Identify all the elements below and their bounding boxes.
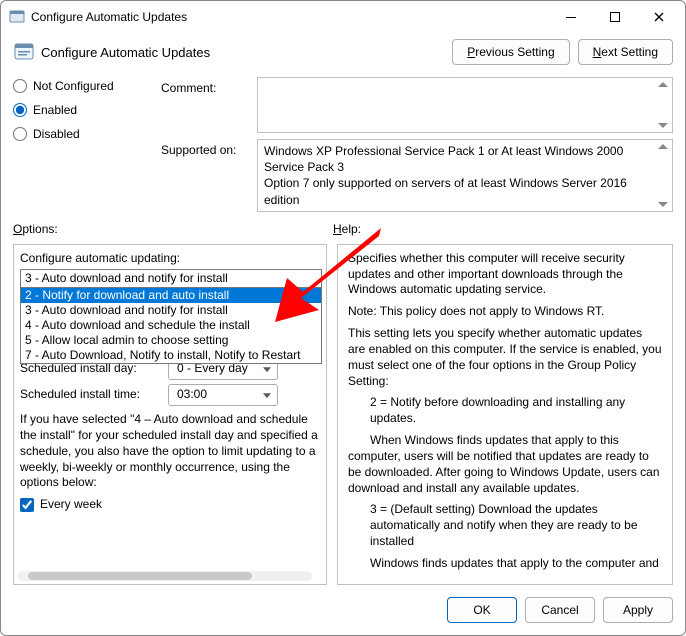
dropdown-item[interactable]: 3 - Auto download and notify for install — [21, 303, 321, 318]
radio-disabled[interactable]: Disabled — [13, 127, 153, 141]
install-day-label: Scheduled install day: — [20, 361, 160, 377]
config-grid: Not Configured Enabled Disabled Comment:… — [1, 77, 685, 212]
radio-enabled-input[interactable] — [13, 103, 27, 117]
options-heading: Configure automatic updating: — [20, 251, 320, 267]
scroll-up-icon[interactable] — [658, 82, 668, 87]
every-week-label: Every week — [40, 497, 102, 513]
radio-enabled-label: Enabled — [33, 103, 77, 117]
window-controls — [549, 3, 681, 31]
install-time-value: 03:00 — [177, 387, 207, 403]
window-title: Configure Automatic Updates — [31, 10, 549, 24]
help-text: This setting lets you specify whether au… — [348, 326, 662, 389]
comment-row: Comment: — [161, 77, 673, 133]
options-inner: Configure automatic updating: 3 - Auto d… — [14, 245, 326, 519]
chevron-down-icon — [263, 368, 271, 373]
supported-row: Supported on: Windows XP Professional Se… — [161, 139, 673, 212]
radio-disabled-label: Disabled — [33, 127, 80, 141]
help-text: Specifies whether this computer will rec… — [348, 251, 662, 298]
scroll-down-icon[interactable] — [658, 202, 668, 207]
dropdown-item[interactable]: 4 - Auto download and schedule the insta… — [21, 318, 321, 333]
dialog-footer: OK Cancel Apply — [1, 591, 685, 635]
header-row: Configure Automatic Updates Previous Set… — [1, 33, 685, 77]
chevron-down-icon — [263, 393, 271, 398]
every-week-checkbox-row[interactable]: Every week — [20, 497, 320, 513]
titlebar: Configure Automatic Updates — [1, 1, 685, 33]
options-panel: Configure automatic updating: 3 - Auto d… — [13, 244, 327, 585]
cancel-button[interactable]: Cancel — [525, 597, 595, 623]
next-setting-button[interactable]: Next Setting — [578, 39, 673, 65]
help-inner: Specifies whether this computer will rec… — [338, 245, 672, 584]
radio-enabled[interactable]: Enabled — [13, 103, 153, 117]
install-time-label: Scheduled install time: — [20, 387, 160, 403]
help-text: 2 = Notify before downloading and instal… — [348, 395, 662, 427]
update-mode-selected[interactable]: 3 - Auto download and notify for install — [20, 269, 322, 289]
radio-not-configured[interactable]: Not Configured — [13, 79, 153, 93]
help-panel: Specifies whether this computer will rec… — [337, 244, 673, 585]
apply-button[interactable]: Apply — [603, 597, 673, 623]
update-mode-dropdown[interactable]: 3 - Auto download and notify for install… — [20, 269, 320, 289]
radio-not-configured-input[interactable] — [13, 79, 27, 93]
supported-textbox: Windows XP Professional Service Pack 1 o… — [257, 139, 673, 212]
help-text: When Windows finds updates that apply to… — [348, 433, 662, 496]
install-time-row: Scheduled install time: 03:00 — [20, 384, 320, 406]
install-day-value: 0 - Every day — [177, 361, 248, 377]
scroll-down-icon[interactable] — [658, 123, 668, 128]
maximize-button[interactable] — [593, 3, 637, 31]
panels-area: Configure automatic updating: 3 - Auto d… — [1, 240, 685, 591]
dialog-window: Configure Automatic Updates Configure Au… — [0, 0, 686, 636]
scroll-up-icon[interactable] — [658, 144, 668, 149]
radio-disabled-input[interactable] — [13, 127, 27, 141]
install-time-select[interactable]: 03:00 — [168, 384, 278, 406]
dropdown-item[interactable]: 7 - Auto Download, Notify to install, No… — [21, 348, 321, 363]
ok-button[interactable]: OK — [447, 597, 517, 623]
app-icon — [9, 9, 25, 25]
supported-label: Supported on: — [161, 139, 249, 212]
minimize-button[interactable] — [549, 3, 593, 31]
update-mode-dropdown-list[interactable]: 2 - Notify for download and auto install… — [20, 287, 322, 364]
policy-icon — [13, 41, 35, 63]
help-text: 3 = (Default setting) Download the updat… — [348, 502, 662, 549]
setting-name: Configure Automatic Updates — [41, 45, 444, 60]
comment-label: Comment: — [161, 77, 249, 133]
close-button[interactable] — [637, 3, 681, 31]
comment-textarea[interactable] — [257, 77, 673, 133]
dropdown-item[interactable]: 2 - Notify for download and auto install — [21, 288, 321, 303]
options-horizontal-scrollbar[interactable] — [18, 571, 312, 581]
supported-text: Windows XP Professional Service Pack 1 o… — [264, 143, 666, 208]
panels-header: Options: Help: — [1, 212, 685, 240]
every-week-checkbox[interactable] — [20, 498, 34, 512]
options-header-label: Options: — [13, 222, 333, 236]
help-text: Windows finds updates that apply to the … — [348, 556, 662, 572]
scrollbar-thumb[interactable] — [28, 572, 252, 580]
help-header-label: Help: — [333, 222, 361, 236]
help-text: Note: This policy does not apply to Wind… — [348, 304, 662, 320]
radio-column: Not Configured Enabled Disabled — [13, 77, 153, 212]
right-column: Comment: Supported on: Windows XP Profes… — [161, 77, 673, 212]
radio-not-configured-label: Not Configured — [33, 79, 114, 93]
previous-setting-button[interactable]: Previous Setting — [452, 39, 569, 65]
dropdown-item[interactable]: 5 - Allow local admin to choose setting — [21, 333, 321, 348]
options-paragraph: If you have selected "4 – Auto download … — [20, 412, 320, 491]
